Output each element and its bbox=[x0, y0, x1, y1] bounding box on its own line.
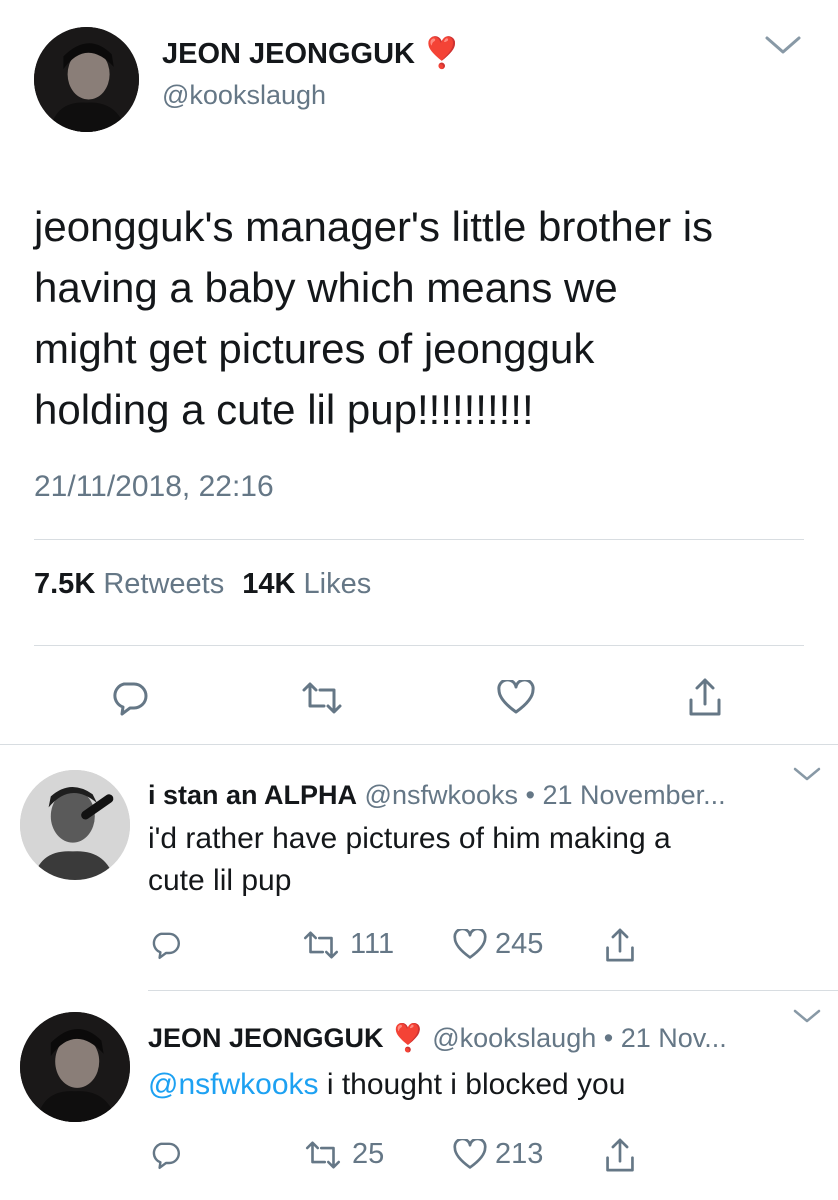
heart-icon[interactable] bbox=[452, 1139, 488, 1171]
display-name-text: JEON JEONGGUK bbox=[162, 38, 415, 70]
like-count: 245 bbox=[495, 928, 544, 960]
reply-icon[interactable] bbox=[150, 928, 182, 962]
divider bbox=[34, 539, 804, 540]
retweet-icon[interactable] bbox=[302, 1139, 344, 1171]
mention-link[interactable]: @nsfwkooks bbox=[148, 1068, 319, 1101]
main-tweet-display-name[interactable]: JEON JEONGGUK ❣️ bbox=[162, 37, 460, 71]
reply-avatar[interactable] bbox=[20, 1012, 130, 1122]
retweet-count: 111 bbox=[350, 928, 395, 960]
share-icon[interactable] bbox=[687, 676, 723, 718]
reply-handle[interactable]: @nsfwkooks bbox=[365, 780, 518, 810]
reply-text-line: cute lil pup bbox=[148, 864, 292, 897]
dot-separator: • bbox=[525, 780, 535, 810]
tweet-text-line: jeongguk's manager's little brother is bbox=[34, 203, 714, 250]
reply-text: i'd rather have pictures of him making a… bbox=[148, 818, 671, 902]
tweet-text-line: might get pictures of jeongguk bbox=[34, 325, 595, 372]
heart-icon[interactable] bbox=[496, 680, 536, 716]
tweet-text-line: having a baby which means we bbox=[34, 264, 618, 311]
reply-header: i stan an ALPHA @nsfwkooks • 21 November… bbox=[148, 780, 726, 811]
reply-text-body: i thought i blocked you bbox=[318, 1068, 626, 1101]
retweets-count: 7.5K bbox=[34, 568, 96, 600]
dot-separator: • bbox=[603, 1023, 614, 1053]
likes-label: Likes bbox=[303, 568, 372, 600]
likes-count: 14K bbox=[242, 568, 296, 600]
reply-date[interactable]: 21 November... bbox=[543, 780, 726, 810]
divider bbox=[34, 645, 804, 646]
chevron-down-icon[interactable] bbox=[792, 766, 822, 782]
reply-icon[interactable] bbox=[110, 678, 150, 718]
main-tweet-timestamp[interactable]: 21/11/2018, 22:16 bbox=[34, 470, 274, 504]
reply-display-name[interactable]: i stan an ALPHA bbox=[148, 780, 357, 810]
reply-text-line: i'd rather have pictures of him making a bbox=[148, 822, 671, 855]
share-icon[interactable] bbox=[604, 926, 636, 964]
reply-display-name[interactable]: JEON JEONGGUK bbox=[148, 1023, 384, 1053]
like-count: 213 bbox=[495, 1138, 544, 1170]
chevron-down-icon[interactable] bbox=[763, 34, 803, 56]
share-icon[interactable] bbox=[604, 1136, 636, 1174]
retweet-count: 25 bbox=[352, 1138, 385, 1170]
divider bbox=[148, 990, 838, 991]
main-tweet-handle[interactable]: @kookslaugh bbox=[162, 80, 326, 111]
main-tweet-text: jeongguk's manager's little brother is h… bbox=[34, 196, 824, 440]
heart-exclamation-emoji: ❣️ bbox=[423, 37, 461, 70]
reply-avatar[interactable] bbox=[20, 770, 130, 880]
reply-handle[interactable]: @kookslaugh bbox=[432, 1023, 596, 1053]
retweet-icon[interactable] bbox=[300, 929, 342, 961]
chevron-down-icon[interactable] bbox=[792, 1008, 822, 1024]
divider bbox=[0, 744, 838, 745]
reply-text: @nsfwkooks i thought i blocked you bbox=[148, 1064, 625, 1106]
likes-stat[interactable]: 14K Likes bbox=[242, 568, 371, 600]
reply-header: JEON JEONGGUK ❣️ @kookslaugh • 21 Nov... bbox=[148, 1022, 727, 1054]
heart-exclamation-emoji: ❣️ bbox=[391, 1023, 425, 1053]
retweets-stat[interactable]: 7.5K Retweets bbox=[34, 568, 232, 600]
main-tweet-avatar[interactable] bbox=[34, 27, 139, 132]
heart-icon[interactable] bbox=[452, 929, 488, 961]
retweets-label: Retweets bbox=[103, 568, 225, 600]
retweet-icon[interactable] bbox=[298, 680, 346, 716]
reply-icon[interactable] bbox=[150, 1138, 182, 1172]
tweet-text-line: holding a cute lil pup!!!!!!!!!! bbox=[34, 386, 534, 433]
reply-date[interactable]: 21 Nov... bbox=[621, 1023, 727, 1053]
engagement-stats: 7.5K Retweets 14K Likes bbox=[34, 568, 371, 601]
